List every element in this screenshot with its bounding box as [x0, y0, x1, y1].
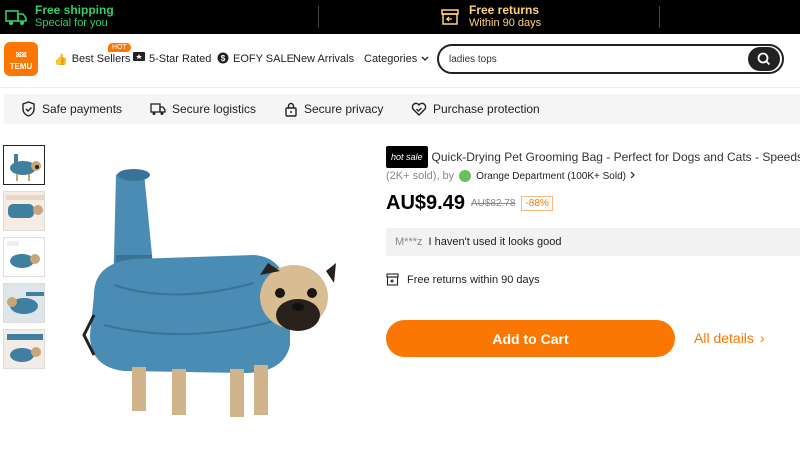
- product-sold-row: (2K+ sold), by Orange Department (100K+ …: [386, 170, 800, 182]
- thumbnail-5[interactable]: [3, 329, 45, 369]
- shield-check-icon: [22, 101, 35, 117]
- free-returns-promo[interactable]: Free returns Within 90 days: [440, 4, 541, 30]
- product-title[interactable]: Quick-Drying Pet Grooming Bag - Perfect …: [432, 150, 800, 164]
- dog-in-grooming-bag-image: [54, 145, 356, 445]
- temu-logo[interactable]: ꕤꕤ TEMU: [4, 42, 38, 76]
- star-icon: [133, 52, 145, 66]
- svg-text:$: $: [221, 54, 226, 63]
- return-box-icon: [441, 9, 459, 25]
- nav-label: Categories: [364, 53, 418, 65]
- add-to-cart-button[interactable]: Add to Cart: [386, 320, 675, 357]
- free-returns-text: Free returns within 90 days: [407, 273, 540, 286]
- free-returns-info: Free returns within 90 days: [386, 273, 540, 286]
- nav-new-arrivals[interactable]: New Arrivals: [293, 34, 354, 84]
- free-shipping-title: Free shipping: [35, 3, 114, 17]
- trust-secure-logistics[interactable]: Secure logistics: [150, 94, 256, 124]
- protection-icon: [411, 102, 427, 116]
- lock-icon: [285, 102, 297, 117]
- product-info: hot sale Quick-Drying Pet Grooming Bag - …: [386, 146, 800, 357]
- product-thumbnail-image: [4, 192, 44, 230]
- current-price: AU$9.49: [386, 192, 465, 214]
- trust-label: Secure privacy: [304, 102, 384, 116]
- free-shipping-subtitle: Special for you: [35, 17, 108, 29]
- site-header: ꕤꕤ TEMU 👍 Best Sellers HOT 5-Star Rated …: [0, 34, 800, 88]
- store-link[interactable]: Orange Department (100K+ Sold): [476, 171, 626, 182]
- promo-bar: Free shipping Special for you Free retur…: [0, 0, 800, 34]
- sold-count: (2K+ sold), by: [386, 170, 455, 182]
- original-price: AU$82.78: [470, 198, 516, 209]
- trust-label: Purchase protection: [433, 102, 540, 116]
- thumbs-up-icon: 👍: [54, 53, 68, 66]
- thumbnail-3[interactable]: [3, 237, 45, 277]
- nav-five-star-rated[interactable]: 5-Star Rated: [133, 34, 211, 84]
- thumbnail-1[interactable]: [3, 145, 45, 185]
- discount-badge: -88%: [521, 196, 553, 211]
- trust-bar: Safe payments Secure logistics Secure pr…: [4, 94, 800, 124]
- nav-label: Best Sellers: [71, 53, 131, 65]
- add-to-cart-label: Add to Cart: [492, 330, 569, 347]
- free-returns-title: Free returns: [469, 3, 540, 17]
- free-shipping-promo[interactable]: Free shipping Special for you: [5, 4, 114, 30]
- promo-divider: [659, 6, 660, 28]
- product-thumbnail-image: [4, 284, 44, 322]
- return-box-icon: [386, 273, 399, 286]
- thumbnail-4[interactable]: [3, 283, 45, 323]
- nav-label: 5-Star Rated: [149, 53, 212, 65]
- free-returns-subtitle: Within 90 days: [469, 17, 542, 29]
- review-snippet[interactable]: M***z I haven't used it looks good: [386, 228, 800, 256]
- chevron-right-icon: [630, 170, 636, 182]
- nav-label: New Arrivals: [293, 53, 355, 65]
- all-details-link[interactable]: All details ›: [694, 330, 764, 346]
- trust-secure-privacy[interactable]: Secure privacy: [284, 94, 383, 124]
- store-avatar: [459, 170, 472, 182]
- trust-label: Safe payments: [42, 102, 123, 116]
- truck-icon: [150, 103, 166, 115]
- nav-eofy-sale[interactable]: $ EOFY SALE: [217, 34, 294, 84]
- search-input[interactable]: [449, 50, 739, 68]
- trust-label: Secure logistics: [172, 102, 257, 116]
- dollar-icon: $: [217, 52, 229, 67]
- main-product-image[interactable]: [54, 145, 356, 445]
- delivery-truck-icon: [5, 10, 27, 25]
- hot-sale-badge: hot sale: [386, 146, 428, 168]
- search-bar: [437, 44, 784, 74]
- trust-purchase-protection[interactable]: Purchase protection: [411, 94, 540, 124]
- review-user: M***z: [395, 236, 423, 248]
- thumbnail-2[interactable]: [3, 191, 45, 231]
- hot-badge: HOT: [108, 43, 131, 52]
- review-text: I haven't used it looks good: [428, 236, 562, 248]
- nav-best-sellers[interactable]: 👍 Best Sellers: [54, 34, 130, 84]
- product-thumbnail-image: [4, 330, 44, 368]
- promo-divider: [318, 6, 319, 28]
- search-icon: [757, 52, 771, 66]
- nav-categories[interactable]: Categories: [364, 34, 429, 84]
- product-thumbnail-image: [4, 238, 44, 276]
- nav-label: EOFY SALE: [233, 53, 294, 65]
- thumbnail-list: [3, 145, 47, 375]
- chevron-right-icon: ›: [759, 330, 765, 346]
- chevron-down-icon: [421, 53, 429, 65]
- product-title-row: hot sale Quick-Drying Pet Grooming Bag - …: [386, 146, 800, 168]
- search-button[interactable]: [748, 47, 780, 71]
- all-details-label: All details: [694, 330, 754, 346]
- product-thumbnail-image: [4, 146, 44, 184]
- logo-text: TEMU: [9, 62, 33, 71]
- price-row: AU$9.49 AU$82.78 -88%: [386, 192, 800, 215]
- trust-safe-payments[interactable]: Safe payments: [21, 94, 122, 124]
